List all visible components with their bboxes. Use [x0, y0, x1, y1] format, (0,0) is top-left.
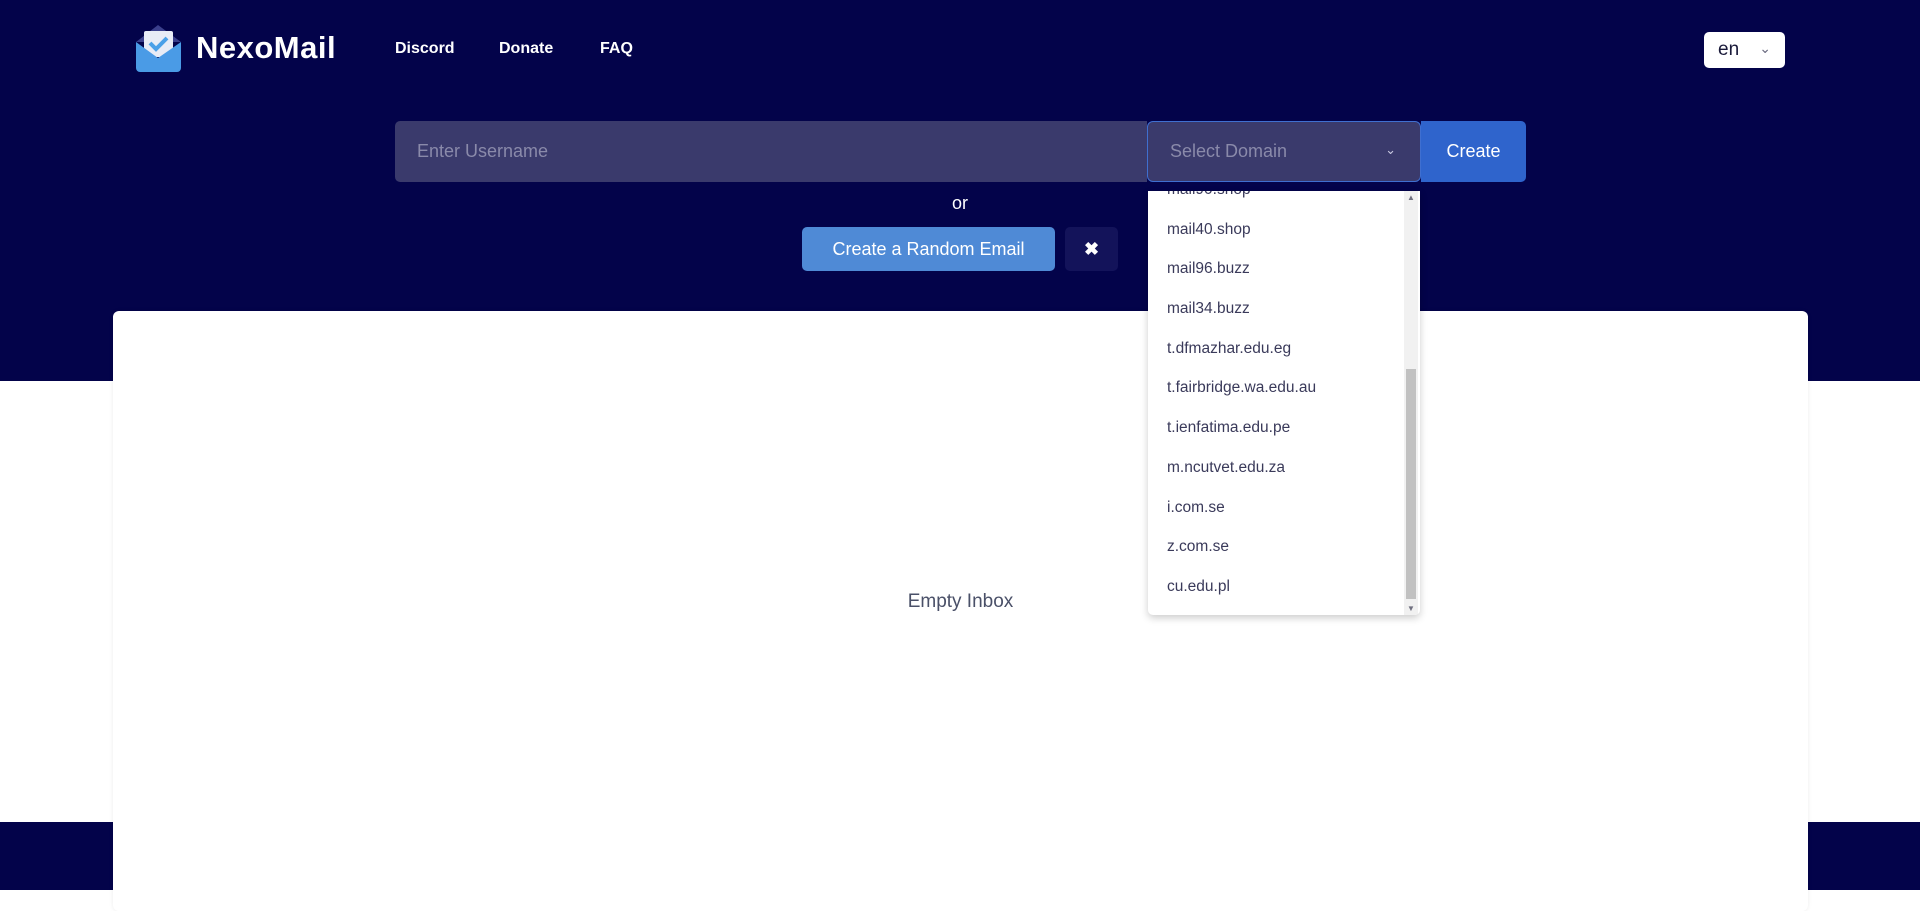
scrollbar-thumb[interactable]	[1406, 369, 1416, 599]
create-random-email-button[interactable]: Create a Random Email	[802, 227, 1055, 271]
logo[interactable]: NexoMail	[133, 22, 336, 73]
domain-options-list: mail90.shopmail40.shopmail96.buzzmail34.…	[1148, 191, 1406, 607]
domain-option[interactable]: i.com.se	[1148, 488, 1406, 528]
domain-select[interactable]: Select Domain ⌄	[1147, 121, 1421, 182]
domain-dropdown: mail90.shopmail40.shopmail96.buzzmail34.…	[1148, 191, 1420, 615]
language-value: en	[1718, 39, 1740, 60]
inbox-panel: Empty Inbox	[113, 311, 1808, 911]
chevron-down-icon: ⌄	[1759, 40, 1771, 56]
empty-inbox-label: Empty Inbox	[907, 591, 1014, 612]
scroll-up-icon[interactable]: ▲	[1407, 193, 1415, 202]
clear-button[interactable]: ✖	[1065, 227, 1118, 271]
nav-faq[interactable]: FAQ	[600, 40, 633, 58]
domain-option[interactable]: m.ncutvet.edu.za	[1148, 448, 1406, 488]
dropdown-scrollbar[interactable]: ▲ ▼	[1404, 191, 1418, 615]
chevron-down-icon: ⌄	[1385, 142, 1396, 157]
username-input[interactable]	[395, 121, 1147, 182]
nav-discord[interactable]: Discord	[395, 40, 455, 58]
nav-donate[interactable]: Donate	[499, 40, 553, 58]
domain-option[interactable]: t.fairbridge.wa.edu.au	[1148, 368, 1406, 408]
domain-option[interactable]: mail90.shop	[1148, 191, 1406, 210]
brand-name: NexoMail	[196, 29, 337, 65]
domain-option[interactable]: t.ienfatima.edu.pe	[1148, 408, 1406, 448]
or-label: or	[951, 193, 968, 213]
domain-option[interactable]: mail40.shop	[1148, 210, 1406, 250]
domain-option[interactable]: z.com.se	[1148, 527, 1406, 567]
language-select[interactable]: en ⌄	[1704, 32, 1785, 68]
domain-placeholder: Select Domain	[1170, 141, 1288, 161]
scroll-down-icon[interactable]: ▼	[1407, 604, 1415, 613]
envelope-check-icon	[133, 22, 184, 73]
domain-option[interactable]: mail96.buzz	[1148, 249, 1406, 289]
domain-option[interactable]: mail34.buzz	[1148, 289, 1406, 329]
domain-option[interactable]: cu.edu.pl	[1148, 567, 1406, 607]
domain-option[interactable]: t.dfmazhar.edu.eg	[1148, 329, 1406, 369]
create-button[interactable]: Create	[1421, 121, 1526, 182]
